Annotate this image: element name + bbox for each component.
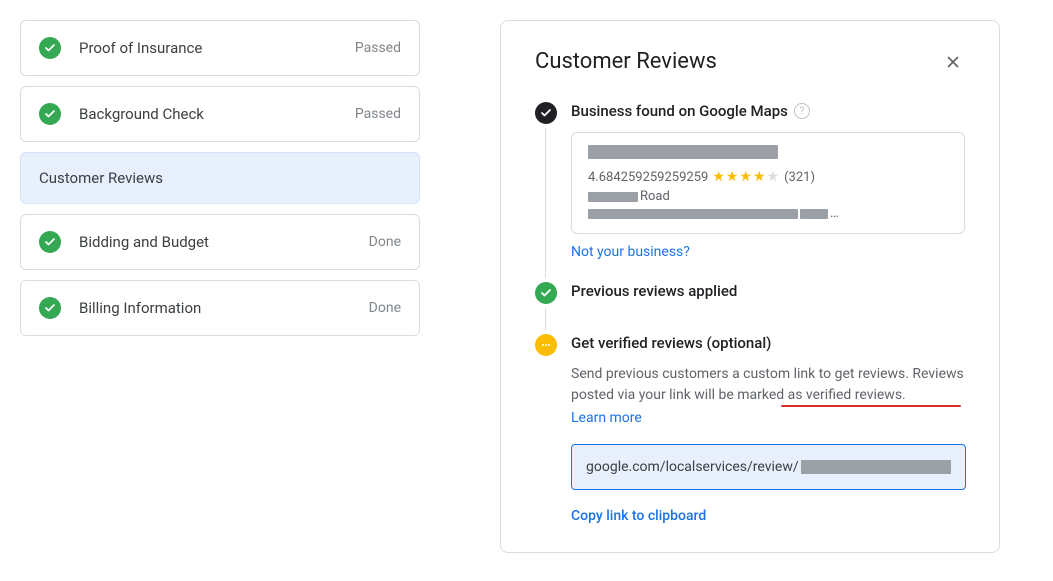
learn-more-link[interactable]: Learn more bbox=[571, 410, 642, 426]
review-link-prefix: google.com/localservices/review/ bbox=[586, 459, 799, 475]
review-count: (321) bbox=[784, 170, 815, 185]
steps-list: Proof of Insurance Passed Background Che… bbox=[20, 20, 420, 553]
annotation-underline bbox=[781, 405, 961, 407]
step-status: Done bbox=[369, 300, 401, 316]
redacted-text bbox=[800, 209, 828, 219]
business-card[interactable]: 4.684259259259259 ★★★★★ (321) Road bbox=[571, 132, 965, 234]
help-icon[interactable]: ? bbox=[794, 103, 810, 119]
panel-title: Customer Reviews bbox=[535, 49, 717, 74]
not-your-business-link[interactable]: Not your business? bbox=[571, 244, 690, 260]
review-link-field[interactable]: google.com/localservices/review/ bbox=[571, 444, 966, 490]
step-label: Customer Reviews bbox=[39, 169, 163, 187]
rating-value: 4.684259259259259 bbox=[588, 170, 708, 185]
step-billing-information[interactable]: Billing Information Done bbox=[20, 280, 420, 336]
step-label: Billing Information bbox=[79, 299, 201, 317]
ellipsis: … bbox=[830, 206, 839, 221]
step-background-check[interactable]: Background Check Passed bbox=[20, 86, 420, 142]
address-suffix: Road bbox=[640, 189, 670, 204]
section-heading: Previous reviews applied bbox=[571, 282, 737, 300]
copy-link-button[interactable]: Copy link to clipboard bbox=[571, 508, 706, 524]
redacted-text bbox=[588, 192, 638, 202]
step-status: Passed bbox=[355, 106, 401, 122]
section-heading: Business found on Google Maps bbox=[571, 102, 788, 120]
check-icon bbox=[39, 297, 61, 319]
step-label: Bidding and Budget bbox=[79, 233, 209, 251]
check-icon bbox=[39, 37, 61, 59]
step-proof-of-insurance[interactable]: Proof of Insurance Passed bbox=[20, 20, 420, 76]
pending-icon bbox=[535, 334, 557, 356]
timeline-connector bbox=[545, 128, 546, 278]
close-icon[interactable] bbox=[941, 50, 965, 74]
customer-reviews-panel: Customer Reviews Busine bbox=[500, 20, 1000, 553]
star-icon: ★★★★★ bbox=[712, 169, 780, 185]
check-icon bbox=[535, 102, 557, 124]
section-description: Send previous customers a custom link to… bbox=[571, 364, 966, 406]
step-status: Done bbox=[369, 234, 401, 250]
step-customer-reviews[interactable]: Customer Reviews bbox=[20, 152, 420, 204]
step-label: Background Check bbox=[79, 105, 204, 123]
step-status: Passed bbox=[355, 40, 401, 56]
step-bidding-and-budget[interactable]: Bidding and Budget Done bbox=[20, 214, 420, 270]
check-icon bbox=[535, 282, 557, 304]
step-label: Proof of Insurance bbox=[79, 39, 202, 57]
check-icon bbox=[39, 103, 61, 125]
redacted-text bbox=[588, 209, 798, 219]
check-icon bbox=[39, 231, 61, 253]
redacted-link-suffix bbox=[801, 460, 951, 474]
redacted-business-name bbox=[588, 145, 778, 159]
section-heading: Get verified reviews (optional) bbox=[571, 334, 771, 352]
timeline-connector bbox=[545, 308, 546, 330]
